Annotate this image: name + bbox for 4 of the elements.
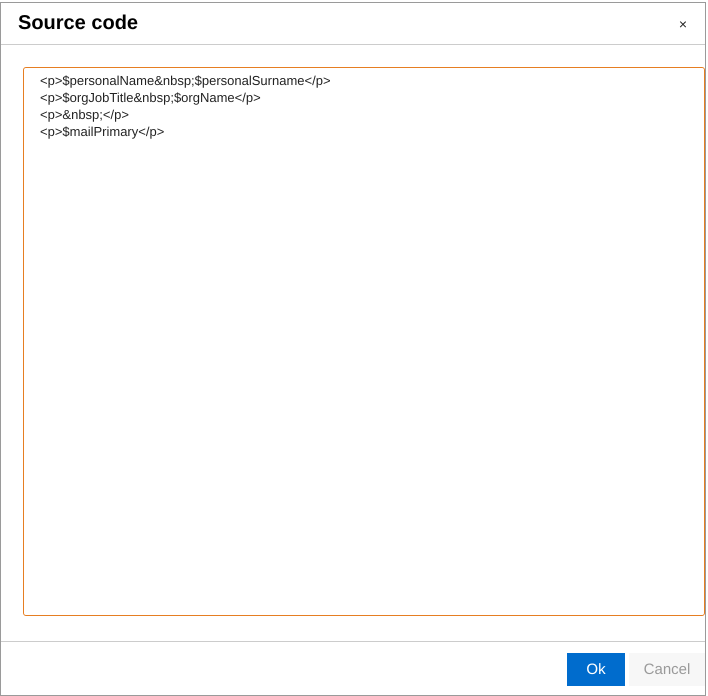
ok-button[interactable]: Ok xyxy=(567,653,625,686)
dialog-title: Source code xyxy=(18,12,138,35)
source-code-field[interactable]: <p>$personalName&nbsp;$personalSurname</p> <p>$orgJobTitle&nbsp;$orgName</p> <p>&nbsp;</p> <p>$mailPrimary</p> xyxy=(23,67,705,616)
close-button[interactable]: × xyxy=(674,16,691,32)
